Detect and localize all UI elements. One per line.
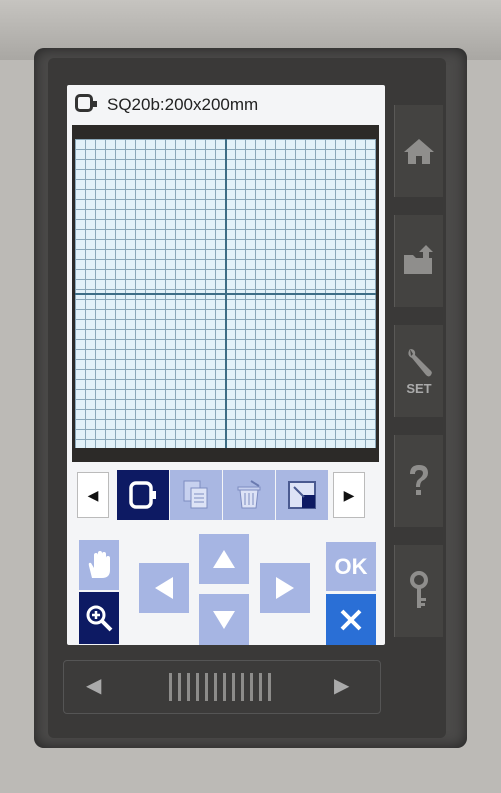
cancel-button[interactable] bbox=[326, 594, 376, 645]
zoom-in-icon bbox=[86, 605, 113, 632]
ok-label: OK bbox=[334, 553, 368, 579]
tool-strip: ◀ ▶ bbox=[77, 470, 369, 520]
settings-button[interactable]: SET bbox=[394, 325, 443, 417]
embroidery-hoop-icon bbox=[75, 94, 97, 112]
embroidery-area[interactable] bbox=[72, 125, 379, 462]
tool-delete[interactable] bbox=[223, 470, 275, 520]
lock-button[interactable] bbox=[394, 545, 443, 637]
tool-next-button[interactable]: ▶ bbox=[333, 472, 365, 518]
hoop-size-title: SQ20b:200x200mm bbox=[107, 95, 259, 114]
tool-prev-button[interactable]: ◀ bbox=[77, 472, 109, 518]
scroll-right-button[interactable]: ▶ bbox=[334, 673, 349, 698]
copy-icon bbox=[183, 480, 208, 509]
folder-export-icon bbox=[404, 245, 433, 274]
scroll-grip[interactable] bbox=[156, 673, 284, 701]
home-icon bbox=[404, 139, 434, 164]
arrow-up-icon bbox=[213, 550, 235, 568]
move-left-button[interactable] bbox=[139, 563, 189, 613]
export-button[interactable] bbox=[394, 215, 443, 307]
key-icon bbox=[410, 571, 428, 608]
hoop-select-icon bbox=[129, 481, 156, 509]
touch-screen: SQ20b:200x200mm ◀ ▶ OK bbox=[67, 85, 385, 645]
wrench-icon bbox=[408, 348, 432, 376]
home-button[interactable] bbox=[394, 105, 443, 197]
scroll-left-button[interactable]: ◀ bbox=[86, 673, 101, 698]
zoom-button[interactable] bbox=[79, 592, 119, 644]
tool-hoop-select[interactable] bbox=[117, 470, 169, 520]
tool-copy[interactable] bbox=[170, 470, 222, 520]
move-right-button[interactable] bbox=[260, 563, 310, 613]
arrow-down-icon bbox=[213, 610, 235, 629]
center-line-horizontal bbox=[75, 293, 376, 295]
help-icon bbox=[410, 465, 428, 495]
arrow-left-icon bbox=[155, 577, 173, 599]
help-button[interactable] bbox=[394, 435, 443, 527]
delete-icon bbox=[237, 480, 261, 509]
grid-canvas[interactable] bbox=[75, 139, 376, 448]
move-down-button[interactable] bbox=[199, 594, 249, 645]
move-up-button[interactable] bbox=[199, 534, 249, 584]
settings-label: SET bbox=[406, 380, 432, 396]
arrow-right-icon bbox=[276, 577, 294, 599]
pan-mode-button[interactable] bbox=[79, 540, 119, 590]
scroll-strip[interactable]: ◀ ▶ bbox=[63, 660, 381, 714]
tool-layout[interactable] bbox=[276, 470, 328, 520]
ok-button[interactable]: OK bbox=[326, 542, 376, 591]
hand-pan-icon bbox=[88, 551, 110, 578]
layout-icon bbox=[288, 481, 316, 509]
close-icon bbox=[340, 609, 362, 630]
title-bar: SQ20b:200x200mm bbox=[67, 85, 385, 125]
